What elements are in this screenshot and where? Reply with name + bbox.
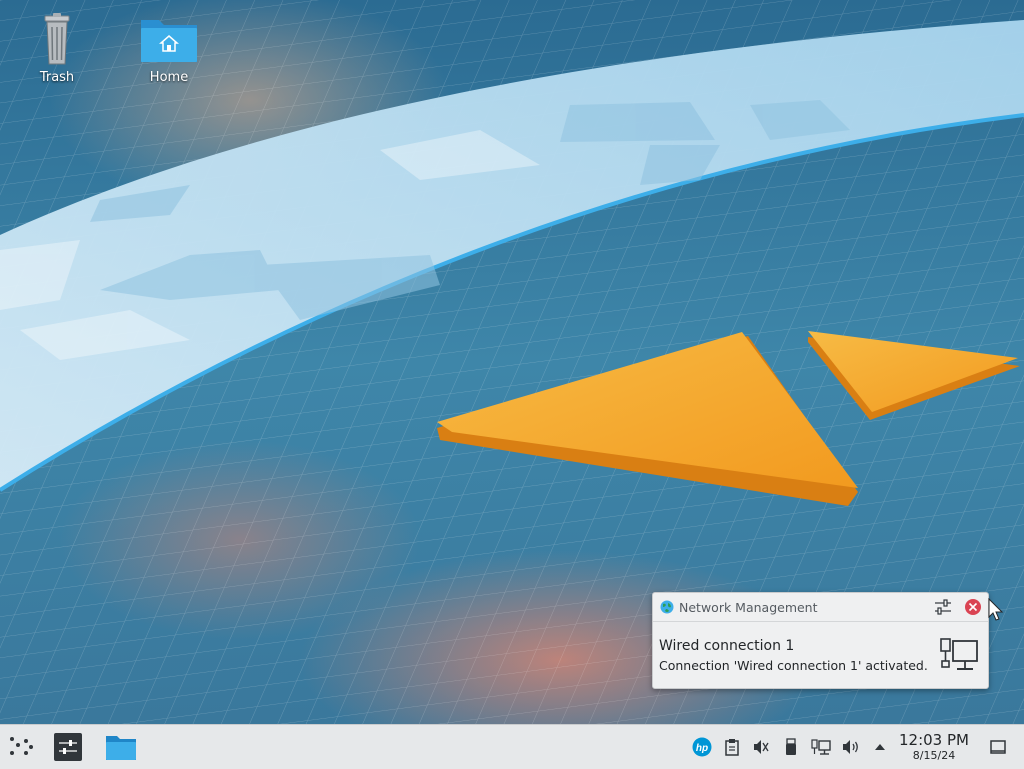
notification-popup[interactable]: Network Management Wired connection 1 Co…: [652, 592, 989, 689]
task-files[interactable]: [102, 730, 140, 764]
desktop-icon-home[interactable]: Home: [124, 10, 214, 85]
trash-icon: [25, 10, 89, 66]
mouse-pointer-icon: [988, 598, 1004, 621]
notification-title: Wired connection 1: [659, 638, 795, 654]
home-folder-icon: [137, 10, 201, 66]
speaker-muted-icon[interactable]: [751, 737, 771, 757]
settings-sliders-icon[interactable]: [933, 598, 953, 616]
hp-icon[interactable]: hp: [692, 737, 712, 757]
desktop[interactable]: Trash Home Network Management Wired conn…: [0, 0, 1024, 724]
task-system-settings[interactable]: [50, 730, 86, 764]
network-globe-icon: [660, 600, 674, 614]
show-desktop-icon[interactable]: [988, 737, 1008, 757]
wired-network-icon: [940, 638, 978, 670]
folder-icon: [106, 736, 136, 760]
desktop-icon-label: Trash: [39, 70, 75, 85]
desktop-icon-trash[interactable]: Trash: [12, 10, 102, 85]
network-wired-icon[interactable]: [811, 737, 831, 757]
notification-app-name: Network Management: [679, 600, 818, 615]
close-icon[interactable]: [964, 598, 982, 616]
svg-text:hp: hp: [696, 743, 708, 754]
volume-icon[interactable]: [841, 737, 861, 757]
usb-device-icon[interactable]: [781, 737, 801, 757]
taskbar: hp 12:03 PM 8/15/24: [0, 724, 1024, 769]
arrow-up-icon[interactable]: [870, 737, 890, 757]
settings-icon: [54, 733, 82, 761]
notification-header: Network Management: [653, 593, 988, 622]
clock-time[interactable]: 12:03 PM: [896, 731, 972, 749]
notification-body: Connection 'Wired connection 1' activate…: [659, 658, 928, 673]
clipboard-icon[interactable]: [722, 737, 742, 757]
application-launcher-icon[interactable]: [6, 733, 36, 761]
desktop-icon-label: Home: [149, 70, 189, 85]
clock-date[interactable]: 8/15/24: [896, 749, 972, 762]
